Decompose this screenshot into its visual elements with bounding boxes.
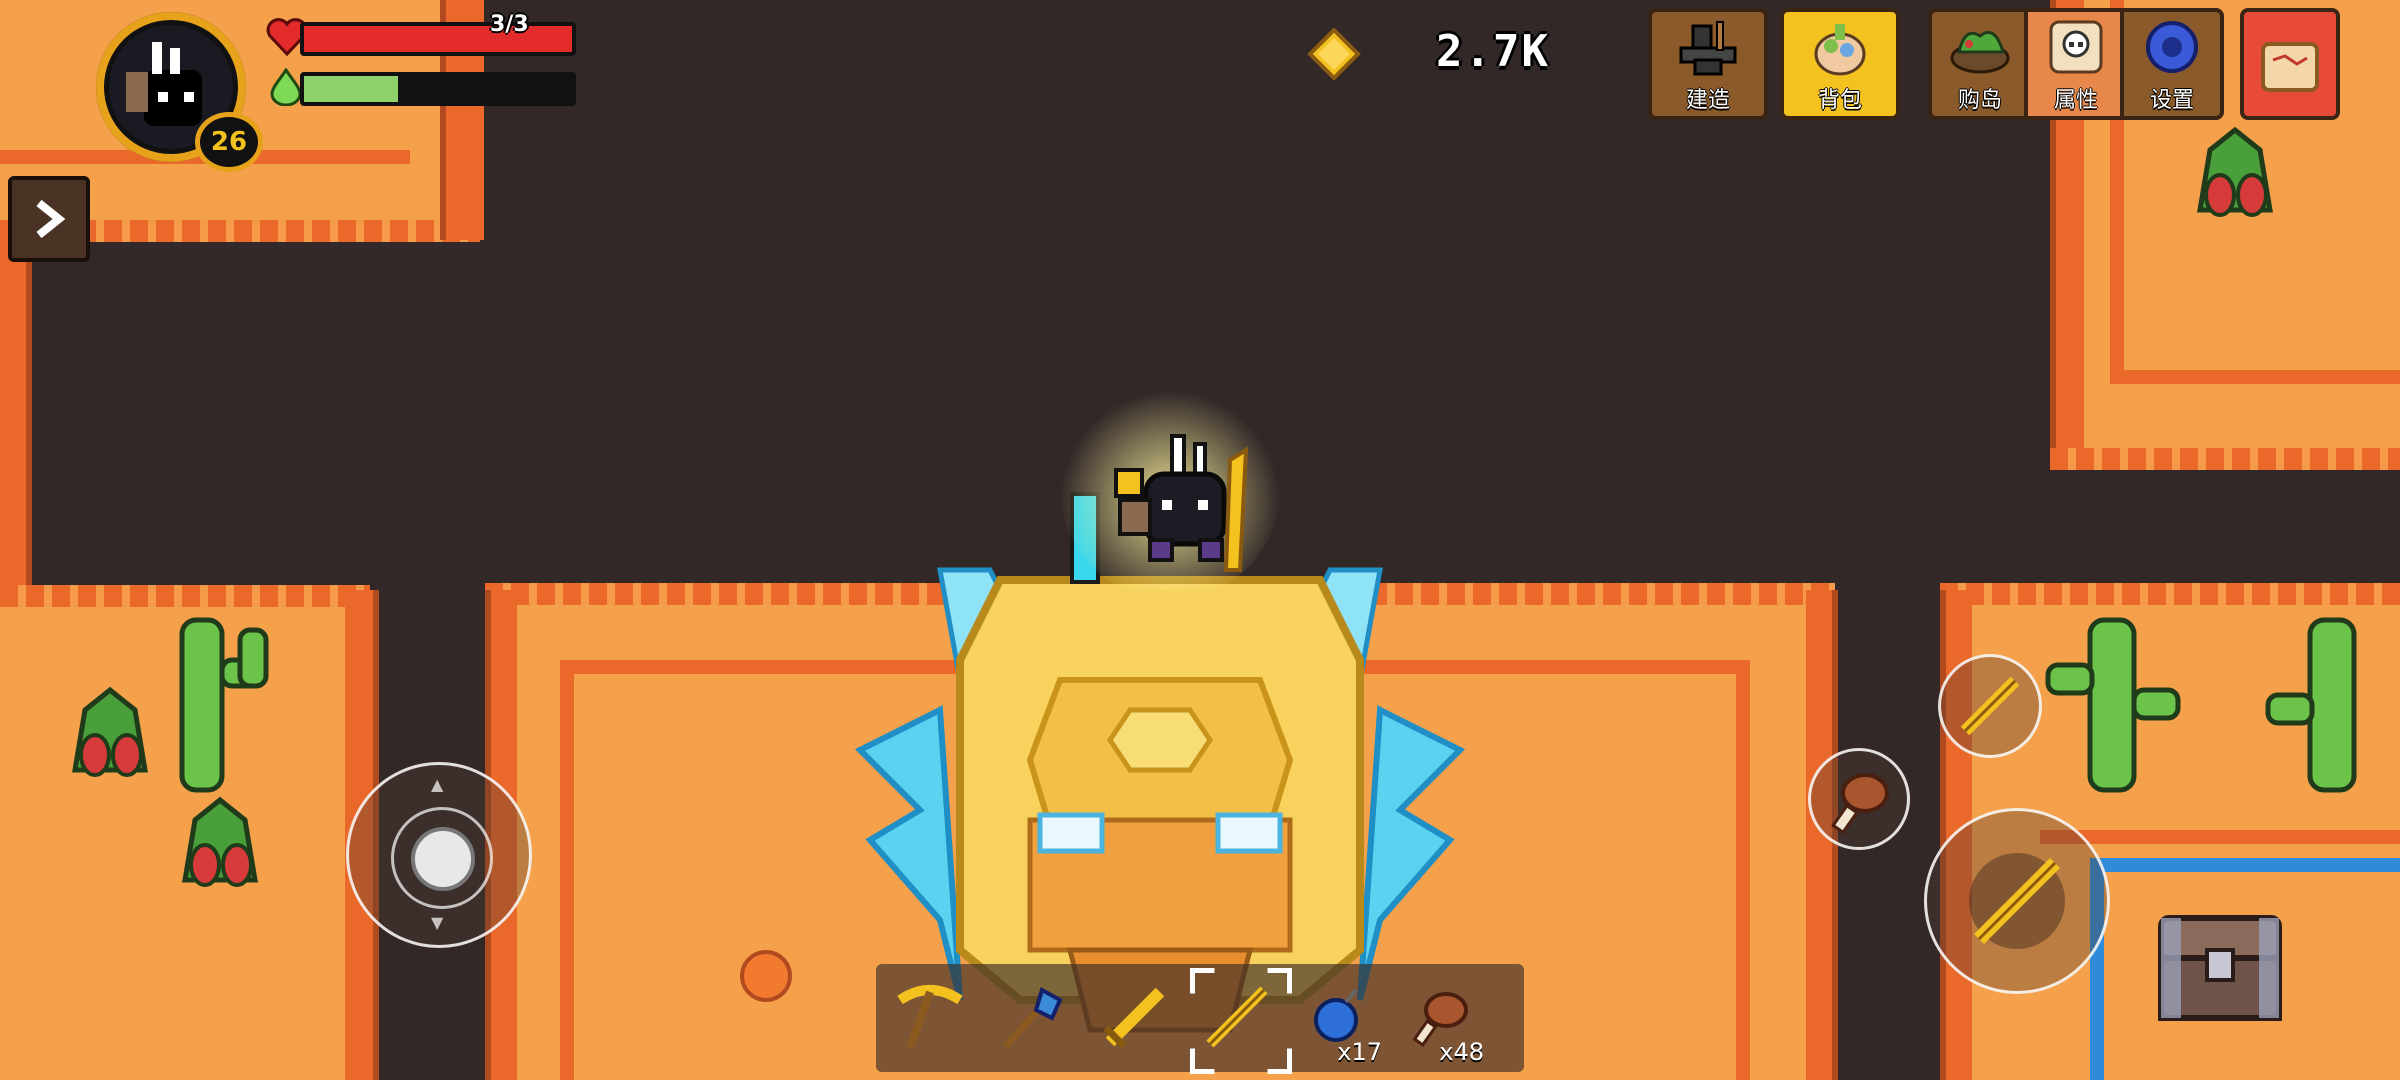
quick-weapon-button[interactable]: [1938, 654, 2042, 758]
buy-island-button-label: 购岛: [1957, 88, 2002, 113]
virtual-joystick[interactable]: ▲ ▼: [346, 762, 532, 948]
island-inner-wall: [2040, 830, 2400, 844]
anvil-icon: [1679, 21, 1737, 76]
treasure-chest-icon[interactable]: [2155, 910, 2285, 1026]
build-button[interactable]: 建造: [1648, 8, 1768, 120]
map-scroll-icon: [2261, 42, 2319, 92]
joystick-down-arrow: ▼: [431, 913, 444, 932]
buy-island-button[interactable]: 购岛: [1928, 8, 2032, 120]
golden-spear-icon: [1206, 986, 1268, 1048]
hotbar-slot[interactable]: [1084, 964, 1184, 1068]
hotbar: x17 x48: [876, 964, 1524, 1074]
player-character: [1060, 380, 1280, 590]
hotbar-slot[interactable]: x48: [1390, 964, 1490, 1068]
flower-plant-icon: [182, 796, 258, 887]
settings-button-label: 设置: [2149, 88, 2194, 113]
gear-icon: [2146, 21, 2198, 73]
hotbar-item-count: x17: [1337, 1038, 1382, 1066]
skull-scroll-icon: [2049, 20, 2103, 74]
health-bar-fill: [304, 26, 572, 52]
backpack-button-label: 背包: [1817, 88, 1862, 113]
island-inner-wall: [1736, 660, 1750, 1080]
chevron-right-icon: [36, 199, 66, 239]
island-icon: [1950, 31, 2010, 74]
golden-sword-icon: [1103, 987, 1165, 1049]
map-button[interactable]: [2240, 8, 2340, 120]
settings-button[interactable]: 设置: [2120, 8, 2224, 120]
island-edge: [0, 585, 370, 607]
player-level-badge: 26: [195, 112, 263, 172]
cactus-icon: [179, 617, 269, 793]
island-edge: [1940, 583, 2400, 605]
energy-bar-fill: [304, 76, 398, 102]
flower-plant-icon: [72, 686, 148, 777]
attributes-button[interactable]: 属性: [2024, 8, 2128, 120]
attack-button[interactable]: [1924, 808, 2110, 994]
health-text: 3/3: [490, 12, 529, 37]
hotbar-slot[interactable]: [880, 964, 980, 1068]
island-inner-wall: [560, 660, 574, 1080]
joystick-knob[interactable]: [411, 827, 475, 891]
small-orb: [740, 950, 792, 1002]
island-edge: [2050, 448, 2400, 470]
island-inner-wall: [2110, 370, 2400, 384]
backpack-icon: [1814, 24, 1866, 76]
expand-panel-button[interactable]: [8, 176, 90, 262]
backpack-button[interactable]: 背包: [1780, 8, 1900, 120]
game-viewport: 26 3/3 2.7K 建造 背包 购岛 属性 设置 ▲ ▼ x17 x48: [0, 0, 2400, 1080]
island-wall: [0, 240, 32, 600]
build-button-label: 建造: [1685, 88, 1730, 113]
joystick-up-arrow: ▲: [431, 775, 444, 794]
flower-plant-icon: [2197, 126, 2273, 217]
hotbar-slot[interactable]: [982, 964, 1082, 1068]
hotbar-slot-selected[interactable]: [1186, 964, 1292, 1074]
hotbar-item-count: x48: [1439, 1038, 1484, 1066]
energy-bar: [300, 72, 576, 106]
energy-drop-icon: [270, 68, 302, 106]
cactus-icon: [2265, 617, 2357, 793]
golden-spear-icon: [1974, 858, 2060, 944]
shovel-icon: [1003, 987, 1063, 1049]
health-bar: [300, 22, 576, 56]
quick-food-button[interactable]: [1808, 748, 1910, 850]
gold-gem-icon: [1307, 28, 1361, 80]
hotbar-slot[interactable]: x17: [1288, 964, 1388, 1068]
attributes-button-label: 属性: [2053, 88, 2098, 113]
currency-amount: 2.7K: [1436, 26, 1550, 77]
golden-spear-icon: [1960, 676, 2020, 736]
cactus-icon: [2045, 617, 2181, 793]
pickaxe-icon: [897, 985, 963, 1050]
meat-leg-icon: [1831, 773, 1889, 835]
